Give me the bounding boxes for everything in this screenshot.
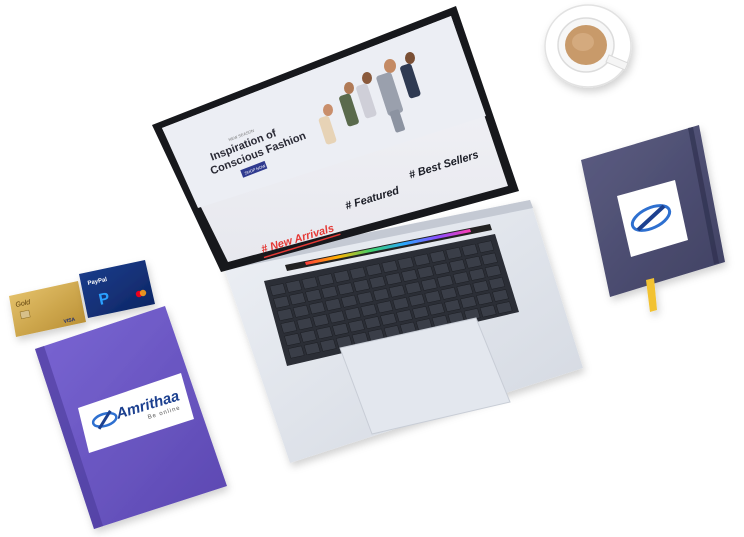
notebook-right [581,125,725,312]
book-left: Amrithaa Be online [35,306,227,529]
paypal-card: PayPal P [79,260,155,318]
gold-card: Gold VISA [9,281,86,337]
coffee-cup-icon [544,4,632,88]
desk-scene: Gold VISA PayPal P Amrithaa Be online NE… [9,4,725,529]
laptop: NEW SEASON Inspiration of Conscious Fash… [152,6,583,463]
